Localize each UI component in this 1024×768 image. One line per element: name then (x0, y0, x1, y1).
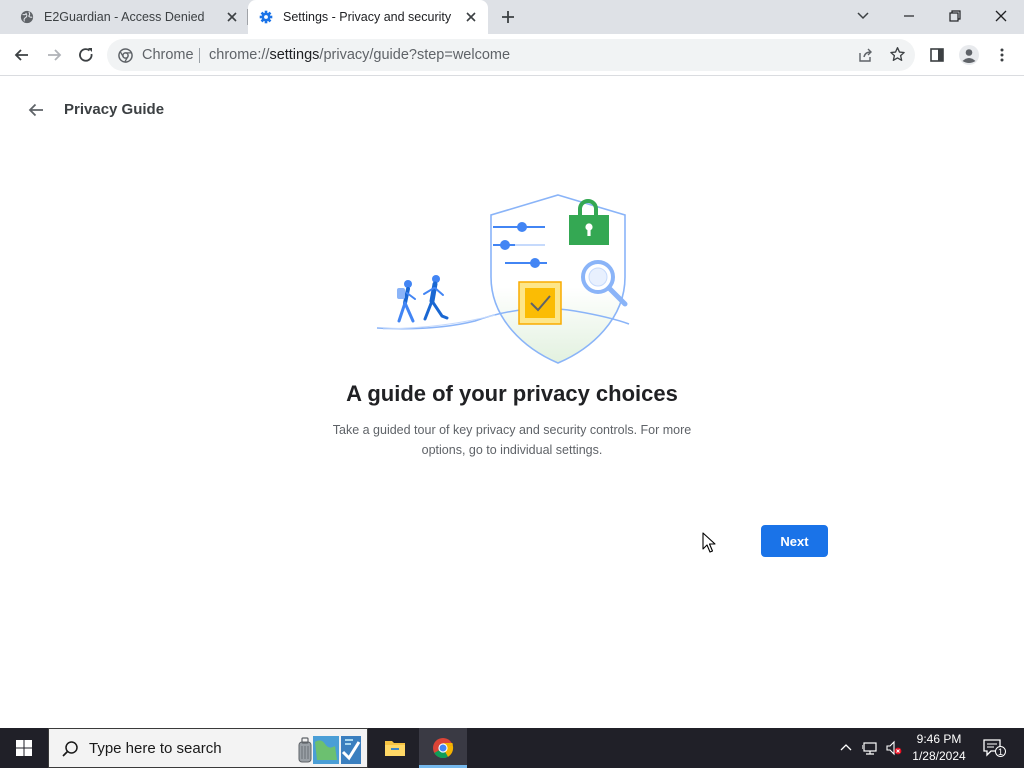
search-placeholder: Type here to search (89, 740, 222, 757)
notification-center-button[interactable]: 1 (982, 738, 1006, 758)
headline: A guide of your privacy choices (346, 381, 678, 406)
gear-icon (259, 10, 273, 24)
chrome-taskbar-button[interactable] (419, 728, 467, 768)
reload-icon[interactable] (77, 46, 95, 64)
tab-title: E2Guardian - Access Denied (44, 10, 205, 24)
next-button[interactable]: Next (761, 525, 828, 557)
file-explorer-taskbar-button[interactable] (371, 728, 419, 768)
privacy-guide-illustration (376, 194, 630, 364)
settings-page: Privacy Guide A guide of your privacy ch… (0, 77, 1024, 728)
tab-settings[interactable]: Settings - Privacy and security (248, 0, 488, 34)
close-icon[interactable] (224, 9, 240, 25)
system-clock[interactable]: 9:46 PM 1/28/2024 (903, 731, 975, 765)
notification-badge: 1 (995, 746, 1006, 757)
taskbar-search[interactable]: Type here to search (48, 728, 368, 768)
chrome-icon[interactable] (118, 48, 133, 63)
share-icon[interactable] (858, 47, 874, 63)
close-window-icon[interactable] (992, 7, 1010, 25)
clock-date: 1/28/2024 (912, 749, 966, 763)
clock-time: 9:46 PM (916, 732, 962, 746)
windows-start-icon[interactable] (0, 728, 48, 768)
profile-icon[interactable] (958, 44, 980, 66)
back-icon[interactable] (27, 101, 45, 119)
tab-title: Settings - Privacy and security (283, 10, 452, 24)
star-icon[interactable] (889, 46, 906, 63)
globe-icon (20, 10, 34, 24)
description: Take a guided tour of key privacy and se… (332, 423, 692, 457)
site-chip[interactable]: Chrome (142, 47, 194, 63)
address-bar[interactable]: Chrome chrome://settings/privacy/guide?s… (107, 39, 915, 71)
browser-toolbar: Chrome chrome://settings/privacy/guide?s… (0, 34, 1024, 76)
file-explorer-icon (385, 741, 405, 756)
restore-icon[interactable] (946, 7, 964, 25)
mouse-cursor-icon (702, 532, 716, 553)
url-host: settings (269, 47, 320, 63)
side-panel-icon[interactable] (928, 46, 946, 64)
search-highlight-image (298, 736, 361, 764)
url-prefix: chrome:// (209, 47, 270, 63)
windows-taskbar: Type here to search 9:46 PM 1/28/2024 1 (0, 728, 1024, 768)
tab-e2guardian[interactable]: E2Guardian - Access Denied (0, 0, 247, 34)
chevron-up-icon[interactable] (838, 740, 854, 756)
tab-strip: E2Guardian - Access Denied Settings - Pr… (0, 0, 1024, 34)
minimize-icon[interactable] (900, 7, 918, 25)
url-path: /privacy/guide?step=welcome (319, 47, 511, 63)
forward-icon[interactable] (45, 46, 63, 64)
plus-icon[interactable] (499, 8, 517, 26)
chevron-down-icon[interactable] (854, 7, 872, 25)
close-icon[interactable] (463, 9, 479, 25)
volume-muted-icon[interactable] (886, 740, 902, 756)
page-title: Privacy Guide (64, 101, 165, 118)
divider (199, 48, 200, 63)
url-text[interactable]: chrome://settings/privacy/guide?step=wel… (209, 47, 510, 63)
chrome-icon (433, 738, 454, 759)
search-icon (62, 741, 78, 757)
menu-icon[interactable] (993, 46, 1011, 64)
network-icon[interactable] (862, 740, 878, 756)
back-icon[interactable] (13, 46, 31, 64)
